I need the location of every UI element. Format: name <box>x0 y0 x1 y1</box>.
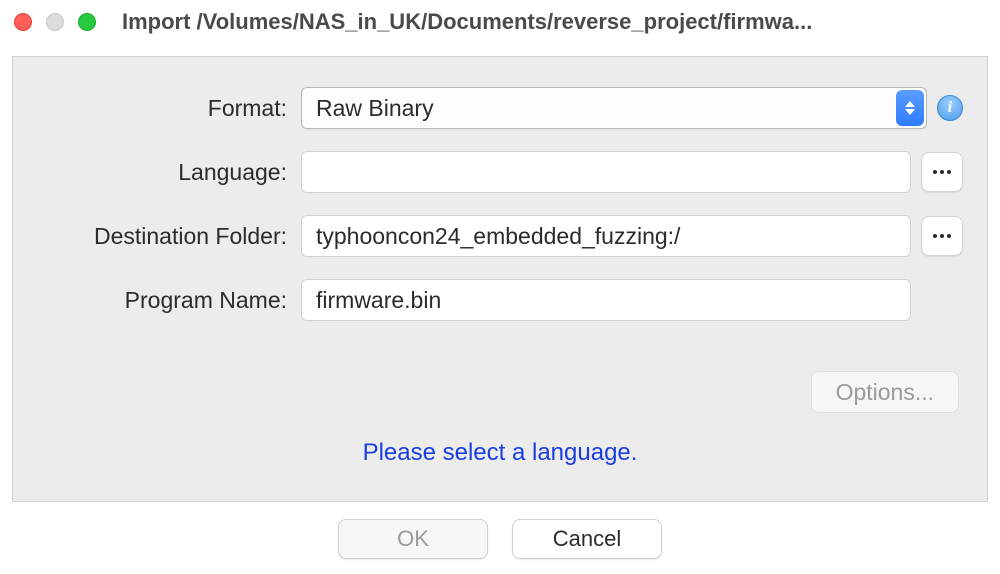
dropdown-arrows-icon <box>896 90 924 126</box>
dialog-body: Format: Raw Binary i Language: <box>12 56 988 502</box>
button-bar: OK Cancel <box>0 514 1000 572</box>
close-window-button[interactable] <box>14 13 32 31</box>
cancel-button[interactable]: Cancel <box>512 519 662 559</box>
info-icon[interactable]: i <box>937 95 963 121</box>
ellipsis-icon <box>940 234 944 238</box>
destination-label: Destination Folder: <box>37 223 287 250</box>
language-row: Language: <box>37 151 963 193</box>
ellipsis-icon <box>940 170 944 174</box>
ok-button: OK <box>338 519 488 559</box>
format-combobox[interactable]: Raw Binary <box>301 87 927 129</box>
destination-input[interactable] <box>301 215 911 257</box>
window-title: Import /Volumes/NAS_in_UK/Documents/reve… <box>122 9 986 35</box>
options-row: Options... <box>37 371 963 413</box>
language-label: Language: <box>37 159 287 186</box>
destination-row: Destination Folder: <box>37 215 963 257</box>
zoom-window-button[interactable] <box>78 13 96 31</box>
format-value: Raw Binary <box>316 95 434 122</box>
traffic-lights <box>14 13 96 31</box>
language-browse-button[interactable] <box>921 152 963 192</box>
status-message: Please select a language. <box>37 439 963 467</box>
language-input[interactable] <box>301 151 911 193</box>
form-area: Format: Raw Binary i Language: <box>37 87 963 343</box>
format-row: Format: Raw Binary i <box>37 87 963 129</box>
options-button: Options... <box>811 371 959 413</box>
minimize-window-button <box>46 13 64 31</box>
titlebar: Import /Volumes/NAS_in_UK/Documents/reve… <box>0 0 1000 44</box>
program-row: Program Name: <box>37 279 963 321</box>
destination-browse-button[interactable] <box>921 216 963 256</box>
format-label: Format: <box>37 95 287 122</box>
program-label: Program Name: <box>37 287 287 314</box>
program-name-input[interactable] <box>301 279 911 321</box>
